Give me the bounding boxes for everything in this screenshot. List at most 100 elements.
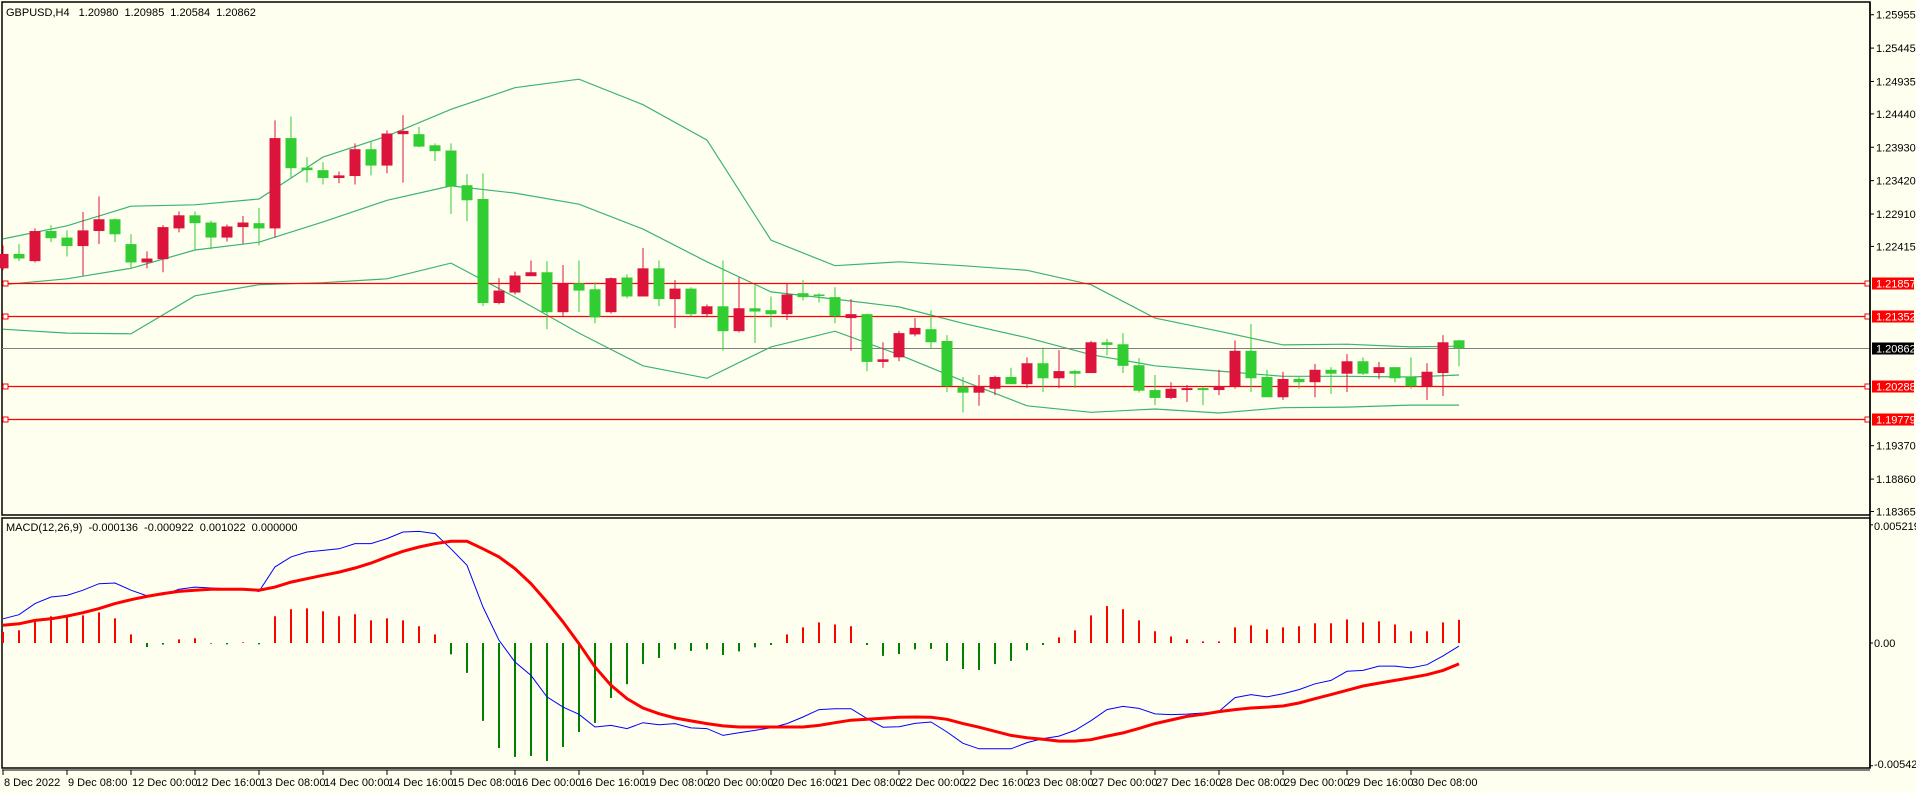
candle-body	[845, 314, 857, 319]
candle-body	[189, 215, 201, 224]
candle-body	[1325, 369, 1337, 374]
candle-body	[397, 130, 409, 135]
candle-body	[1005, 376, 1017, 385]
price-tick-label: 1.24440	[1876, 109, 1916, 121]
candle-body	[1181, 388, 1193, 391]
chart-header: GBPUSD,H4 1.20980 1.20985 1.20584 1.2086…	[6, 7, 256, 19]
macd-value-4: 0.000000	[252, 522, 298, 534]
candle-body	[221, 226, 233, 238]
candle	[605, 277, 617, 314]
candle-body	[1293, 378, 1305, 383]
level-left-handle[interactable]	[2, 416, 9, 423]
candle-body	[333, 175, 345, 179]
time-tick-label: 16 Dec 16:00	[580, 777, 645, 789]
level-label-text: 1.19779	[1876, 415, 1916, 427]
candle-body	[605, 278, 617, 313]
symbol-timeframe: GBPUSD,H4	[6, 7, 70, 19]
macd-value-3: 0.001022	[200, 522, 246, 534]
candle-body	[1357, 361, 1369, 374]
macd-header: MACD(12,26,9) -0.000136 -0.000922 0.0010…	[6, 522, 298, 534]
low-value: 1.20584	[170, 7, 210, 19]
candle-body	[1213, 386, 1225, 391]
candle-body	[13, 253, 25, 259]
candle-body	[909, 327, 921, 335]
candle-body	[1389, 367, 1401, 379]
time-tick-label: 14 Dec 16:00	[388, 777, 453, 789]
time-tick-label: 27 Dec 16:00	[1156, 777, 1221, 789]
time-tick-label: 8 Dec 2022	[4, 777, 60, 789]
price-tick-label: 1.25445	[1876, 43, 1916, 55]
level-left-handle[interactable]	[2, 280, 9, 287]
candle-body	[0, 253, 9, 269]
candle-body	[957, 386, 969, 393]
candle-body	[973, 386, 985, 393]
candle-body	[1405, 376, 1417, 387]
level-label-text: 1.20288	[1876, 382, 1916, 394]
time-tick-label: 29 Dec 00:00	[1284, 777, 1349, 789]
macd-tick-label: 0.005219	[1874, 521, 1916, 533]
time-tick-label: 30 Dec 08:00	[1412, 777, 1477, 789]
candle-body	[701, 306, 713, 315]
macd-tick-label: -0.00542	[1874, 759, 1916, 771]
price-tick-label: 1.22910	[1876, 209, 1916, 221]
price-chart[interactable]: 1.25955 1.25445 1.24935 1.24440 1.23930 1.234…	[0, 0, 1916, 793]
candle-body	[29, 231, 41, 262]
candle-body	[125, 244, 137, 263]
candle-body	[1037, 363, 1049, 379]
candle-body	[413, 134, 425, 147]
time-tick-label: 22 Dec 00:00	[900, 777, 965, 789]
candle-body	[1085, 342, 1097, 374]
level-label-text: 1.21857	[1876, 279, 1916, 291]
candle-body	[1245, 350, 1257, 379]
candle-body	[301, 167, 313, 171]
macd-value-1: -0.000136	[88, 522, 138, 534]
candle-body	[637, 268, 649, 297]
price-tick-label: 1.22415	[1876, 241, 1916, 253]
time-tick-label: 20 Dec 00:00	[708, 777, 773, 789]
candle-body	[989, 376, 1001, 389]
level-label-text: 1.21352	[1876, 312, 1916, 324]
chart-window[interactable]: 1.25955 1.25445 1.24935 1.24440 1.23930 1.234…	[0, 0, 1916, 793]
level-left-handle[interactable]	[2, 313, 9, 320]
time-tick-label: 20 Dec 16:00	[772, 777, 837, 789]
candle-body	[61, 237, 73, 247]
candle-body	[429, 145, 441, 152]
candle-body	[45, 231, 57, 239]
time-tick-label: 22 Dec 16:00	[964, 777, 1029, 789]
time-tick-label: 16 Dec 00:00	[516, 777, 581, 789]
candle-body	[77, 230, 89, 247]
candle-body	[157, 227, 169, 260]
candle-body	[285, 138, 297, 169]
candle-body	[509, 275, 521, 293]
candle-body	[1165, 388, 1177, 398]
candle-body	[381, 133, 393, 166]
candle-body	[813, 294, 825, 297]
candle-body	[621, 277, 633, 297]
time-tick-label: 19 Dec 08:00	[644, 777, 709, 789]
candle-body	[173, 215, 185, 229]
candle-body	[1453, 340, 1465, 349]
candle	[685, 287, 697, 317]
candle-body	[109, 219, 121, 235]
candle-body	[925, 329, 937, 343]
level-price-label: 1.19779	[1872, 413, 1916, 427]
candle-body	[749, 308, 761, 312]
candle-body	[141, 258, 153, 263]
price-tick-label: 1.24935	[1876, 76, 1916, 88]
candle-body	[557, 283, 569, 313]
candle-body	[1437, 342, 1449, 374]
candle-body	[589, 289, 601, 318]
candle-body	[1069, 371, 1081, 374]
time-tick-label: 27 Dec 00:00	[1092, 777, 1157, 789]
candle-body	[797, 293, 809, 298]
time-tick-label: 21 Dec 08:00	[836, 777, 901, 789]
candle-body	[829, 297, 841, 317]
time-tick-label: 23 Dec 08:00	[1028, 777, 1093, 789]
price-tick-label: 1.25955	[1876, 10, 1916, 22]
candle-body	[1373, 367, 1385, 374]
time-tick-label: 9 Dec 08:00	[68, 777, 127, 789]
time-tick-label: 15 Dec 08:00	[452, 777, 517, 789]
current-price-label: 1.20862	[1872, 342, 1916, 356]
level-left-handle[interactable]	[2, 383, 9, 390]
candle	[1085, 340, 1097, 374]
